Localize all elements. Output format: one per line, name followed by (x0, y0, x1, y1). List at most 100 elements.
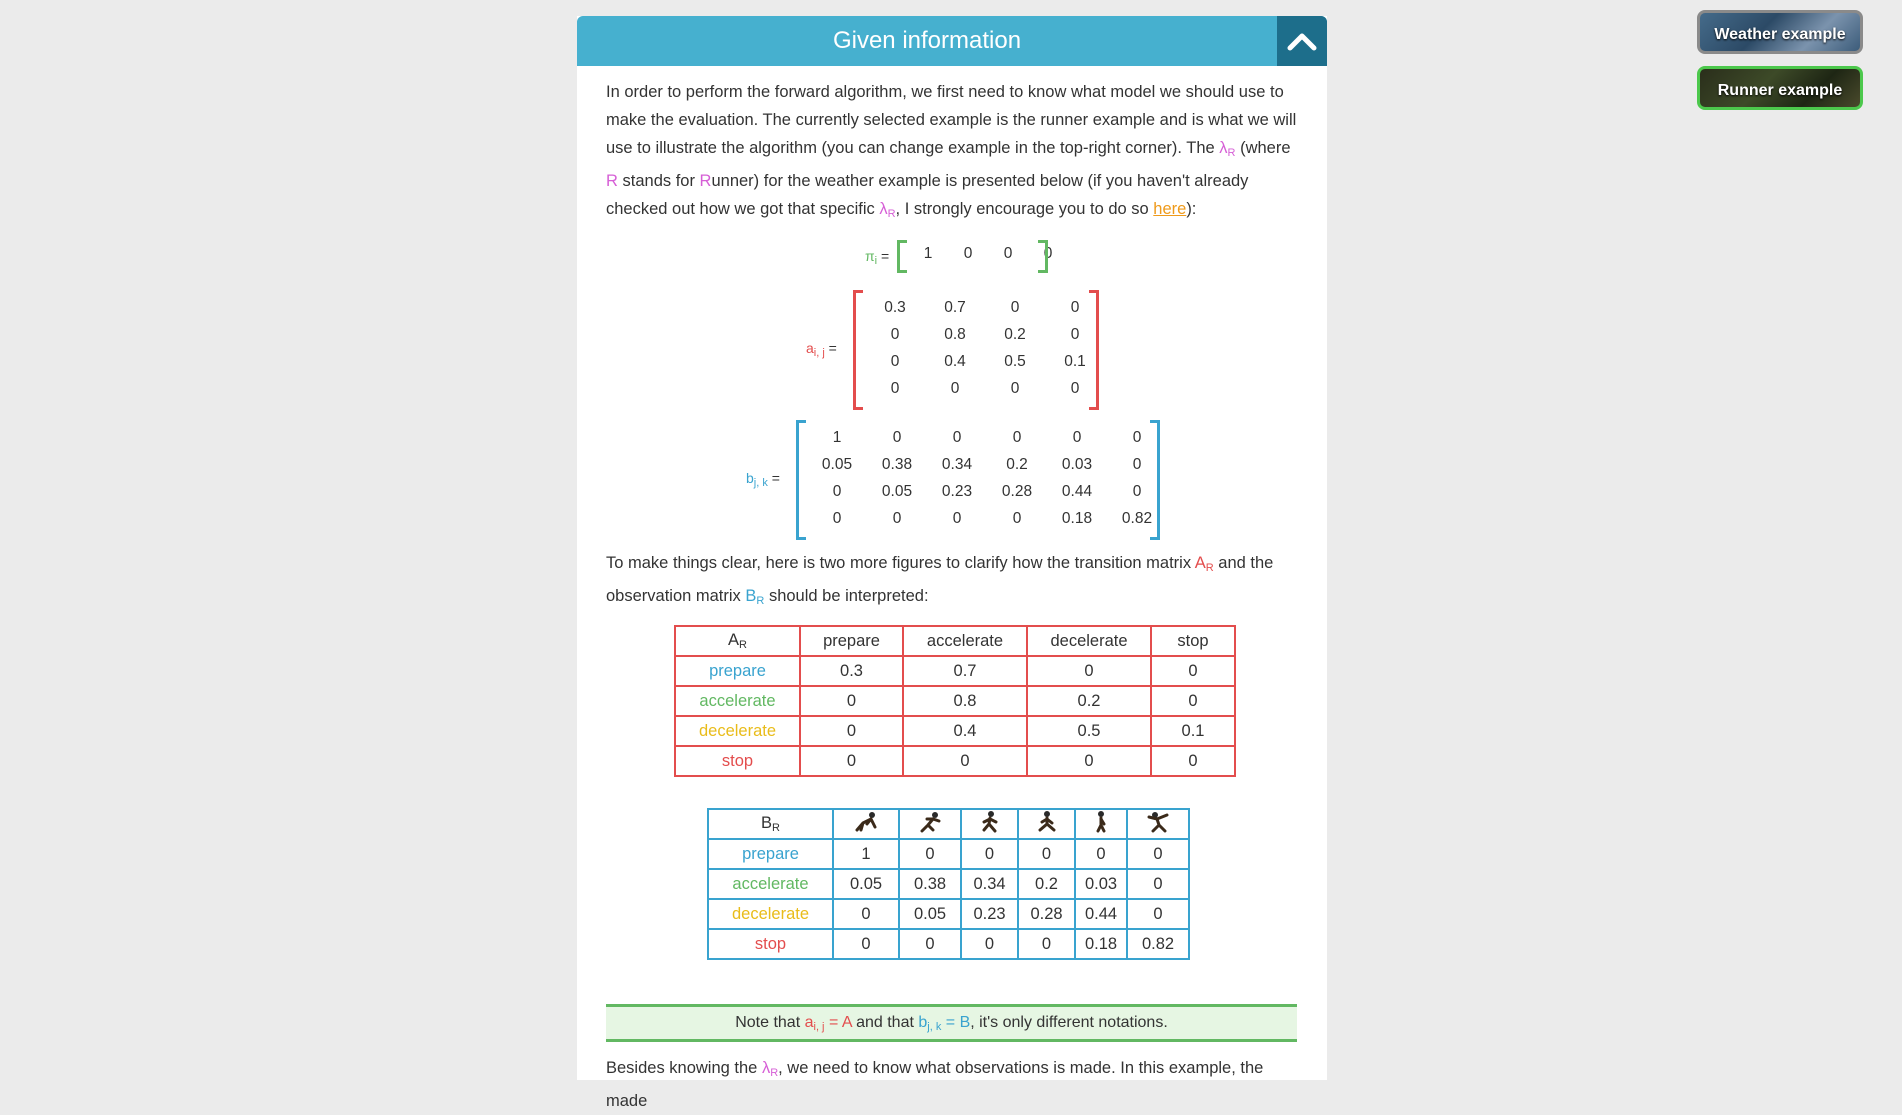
table-cell: 0.1 (1150, 715, 1236, 747)
intro-text-5: , I strongly encourage you to do so (895, 200, 1154, 218)
table-cell: 0.44 (1074, 898, 1128, 930)
table-row: prepare 1 0 0 0 0 0 (707, 838, 1190, 870)
table-cell: 0 (1150, 685, 1236, 717)
pi-value: 1 (923, 245, 933, 262)
table-cell: 0.05 (898, 898, 962, 930)
transition-table: AR prepare accelerate decelerate stop pr… (674, 625, 1236, 777)
matrix-cell: 0.28 (1001, 483, 1033, 500)
table-cell: 0.05 (832, 868, 900, 900)
matrix-cell: 0 (832, 483, 842, 500)
table-cell: 0 (1126, 838, 1190, 870)
weather-example-button[interactable]: Weather example (1697, 10, 1863, 54)
table-cell: 0 (1150, 745, 1236, 777)
intro-text-2: (where (1235, 139, 1291, 157)
matrix-cell: 0.34 (941, 456, 973, 473)
pi-value: 0 (1003, 245, 1013, 262)
matrix-cell: 0.2 (1004, 326, 1026, 343)
besides-paragraph: Besides knowing the λR, we need to know … (606, 1059, 1264, 1110)
table-cell: 0.2 (1026, 685, 1152, 717)
runner-crouch-icon (855, 811, 877, 831)
panel-title: Given information (832, 27, 1022, 54)
table-cell: 0.38 (898, 868, 962, 900)
table-cell: 0 (1126, 898, 1190, 930)
table-cell: 0.03 (1074, 868, 1128, 900)
runner-run-icon (982, 810, 997, 832)
table-cell: 0 (902, 745, 1028, 777)
table-cell: 0.2 (1017, 868, 1076, 900)
matrix-cell: 0 (1012, 510, 1022, 527)
matrix-cell: 0 (890, 326, 900, 343)
row-label: decelerate (707, 898, 834, 930)
matrix-cell: 0 (890, 353, 900, 370)
table-header-row: AR prepare accelerate decelerate stop (674, 625, 1236, 657)
table-cell: 0.5 (1026, 715, 1152, 747)
table-cell: 0 (1126, 868, 1190, 900)
table-cell: 0.18 (1074, 928, 1128, 960)
table-row: decelerate 0 0.4 0.5 0.1 (674, 715, 1236, 747)
b-bracket-right (1150, 420, 1160, 540)
collapse-button[interactable] (1277, 16, 1327, 66)
matrix-cell: 0 (1072, 429, 1082, 446)
matrix-cell: 1 (832, 429, 842, 446)
row-label: stop (674, 745, 801, 777)
b-values: 1 0 0 0 0 0 0.05 0.38 0.34 0.2 0.03 0 0 0.05 0.23 0.28 0… (807, 424, 1167, 532)
a-r-symbol: AR (1194, 554, 1214, 574)
matrix-cell: 0.7 (944, 299, 966, 316)
table-cell: 0 (1017, 928, 1076, 960)
here-link[interactable]: here (1153, 200, 1186, 218)
runner-example-button[interactable]: Runner example (1697, 66, 1863, 110)
pi-label: πi = (865, 248, 890, 267)
observation-header (898, 808, 962, 840)
table-cell: 0.82 (1126, 928, 1190, 960)
table-cell: 0 (832, 898, 900, 930)
clarify-text-3: should be interpreted: (764, 587, 929, 605)
intro-text-1: In order to perform the forward algorith… (606, 83, 1297, 157)
b-r-symbol: BR (745, 587, 765, 607)
table-cell: 0 (1017, 838, 1076, 870)
runner-finish-icon (1147, 811, 1169, 832)
table-cell: 0 (832, 928, 900, 960)
a-values: 0.3 0.7 0 0 0 0.8 0.2 0 0 0.4 0.5 0.1 0 0 0 0 (865, 294, 1105, 402)
table-cell: 0 (1026, 745, 1152, 777)
clarify-paragraph: To make things clear, here is two more f… (606, 549, 1297, 615)
table-row: accelerate 0 0.8 0.2 0 (674, 685, 1236, 717)
table-cell: 0 (898, 928, 962, 960)
intro-text-3: stands for (617, 172, 700, 190)
observation-header (832, 808, 900, 840)
column-header: stop (1150, 625, 1236, 657)
table-cell: 0.34 (960, 868, 1019, 900)
r-letter-2: R (699, 172, 712, 190)
given-information-panel: Given information In order to perform th… (577, 16, 1327, 1110)
observation-header (960, 808, 1019, 840)
row-label: decelerate (674, 715, 801, 747)
matrix-cell: 0 (832, 510, 842, 527)
a-bracket-left (853, 290, 863, 410)
table-row: decelerate 0 0.05 0.23 0.28 0.44 0 (707, 898, 1190, 930)
matrix-cell: 0.8 (944, 326, 966, 343)
chevron-up-icon (1287, 33, 1317, 51)
table-row: stop 0 0 0 0 (674, 745, 1236, 777)
intro-text-6: ): (1186, 200, 1197, 218)
observation-header (1074, 808, 1128, 840)
runner-walk-icon (1096, 810, 1106, 832)
table-cell: 1 (832, 838, 900, 870)
table-cell: 0 (799, 715, 904, 747)
matrix-cell: 0 (1010, 380, 1020, 397)
table-cell: 0 (960, 838, 1019, 870)
intro-paragraph: In order to perform the forward algorith… (606, 78, 1297, 228)
table-cell: 0.8 (902, 685, 1028, 717)
r-letter: R (606, 172, 618, 190)
a-label: ai, j = (806, 340, 837, 359)
matrix-cell: 0.23 (941, 483, 973, 500)
table-cell: 0 (799, 745, 904, 777)
pi-bracket-right (1038, 240, 1048, 273)
a-bracket-right (1089, 290, 1099, 410)
table-corner: AR (674, 625, 801, 657)
table-row: prepare 0.3 0.7 0 0 (674, 655, 1236, 687)
b-jk-symbol: bj, k = B (918, 1014, 971, 1033)
table-cell: 0.28 (1017, 898, 1076, 930)
matrix-cell: 0.05 (821, 456, 853, 473)
observation-header (1126, 808, 1190, 840)
runner-stride-icon (1038, 810, 1055, 831)
matrix-cell: 0 (952, 510, 962, 527)
